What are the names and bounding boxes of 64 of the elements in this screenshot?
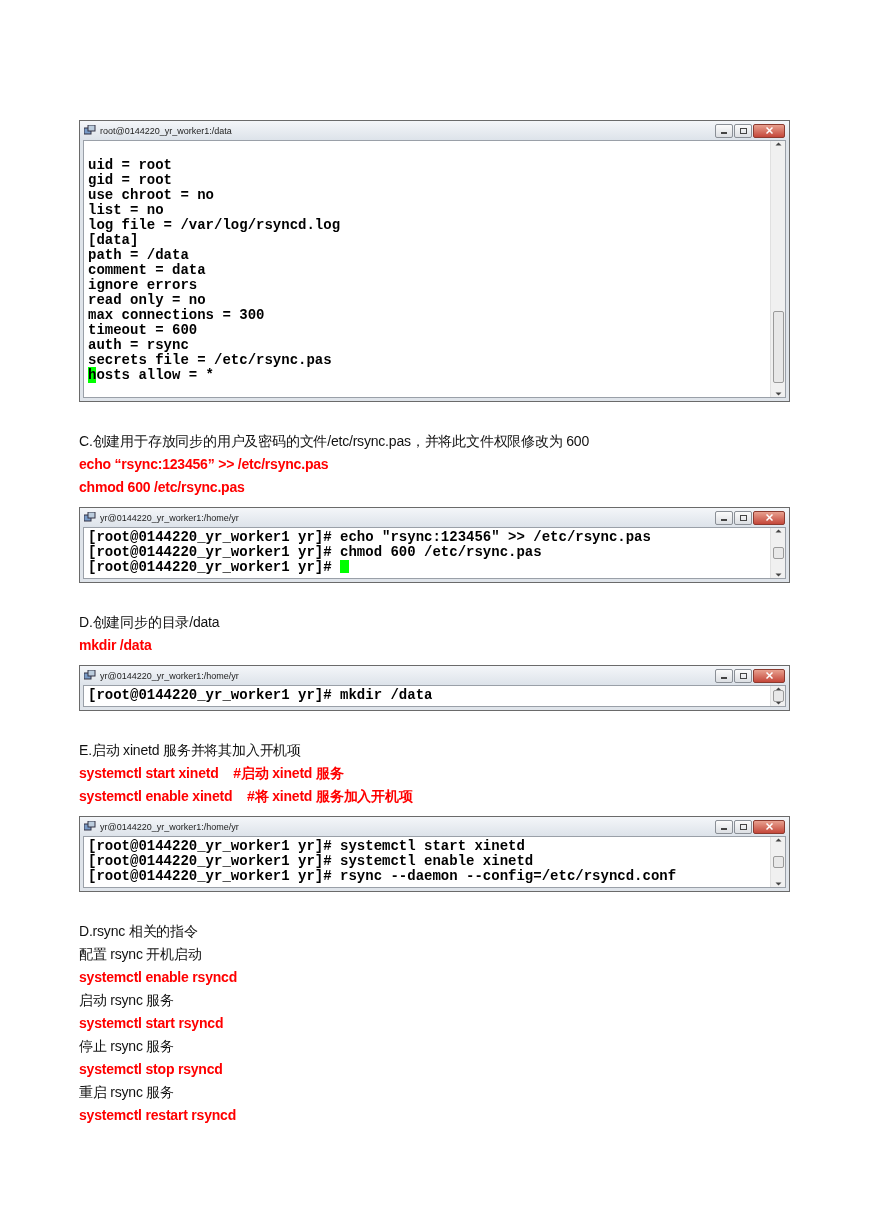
close-button[interactable] [753, 123, 785, 138]
scroll-thumb[interactable] [773, 547, 784, 559]
command-text: systemctl stop rsyncd [79, 1061, 223, 1077]
terminal-icon [84, 125, 96, 136]
maximize-icon [739, 672, 747, 679]
scroll-down-icon[interactable] [774, 882, 782, 887]
paragraph-text: 启动 rsync 服务 [79, 992, 175, 1008]
paragraph-text: D.创建同步的目录/data [79, 614, 220, 630]
scroll-thumb[interactable] [773, 311, 784, 383]
command-text: mkdir /data [79, 637, 152, 653]
close-button[interactable] [753, 819, 785, 834]
paragraph-text: C.创建用于存放同步的用户及密码的文件/etc/rsync.pas，并将此文件权限修改为 600 [79, 433, 589, 449]
command-text: systemctl start rsyncd [79, 1015, 224, 1031]
maximize-icon [739, 514, 747, 521]
maximize-button[interactable] [734, 819, 752, 834]
close-button[interactable] [753, 510, 785, 525]
window-title: yr@0144220_yr_worker1:/home/yr [100, 821, 240, 832]
terminal-output: [root@0144220_yr_worker1 yr]# mkdir /data [87, 686, 434, 705]
window-title: yr@0144220_yr_worker1:/home/yr [100, 512, 240, 523]
minimize-icon [721, 828, 727, 830]
command-text: systemctl enable rsyncd [79, 969, 238, 985]
maximize-button[interactable] [734, 123, 752, 138]
minimize-button[interactable] [715, 668, 733, 683]
minimize-button[interactable] [715, 123, 733, 138]
paragraph-text: 停止 rsync 服务 [79, 1038, 175, 1054]
minimize-icon [721, 677, 727, 679]
maximize-button[interactable] [734, 668, 752, 683]
terminal-output: [root@0144220_yr_worker1 yr]# echo "rsync:123456" >> /etc/rsync.pas [root@0144220_yr_worker1 yr]# chmod 600 /etc/rsync.pas [root@0144220_yr_worker1 yr]# [87, 528, 652, 577]
paragraph-text: 重启 rsync 服务 [79, 1084, 175, 1100]
minimize-button[interactable] [715, 510, 733, 525]
command-text: chmod 600 /etc/rsync.pas [79, 479, 245, 495]
paragraph-text: D.rsync 相关的指令 [79, 923, 198, 939]
maximize-icon [739, 823, 747, 830]
close-icon [765, 514, 773, 521]
scroll-down-icon[interactable] [774, 392, 782, 397]
close-icon [765, 127, 773, 134]
scroll-thumb[interactable] [773, 856, 784, 868]
paragraph-text: E.启动 xinetd 服务并将其加入开机项 [79, 742, 301, 758]
terminal-icon [84, 670, 96, 681]
close-icon [765, 823, 773, 830]
window-title: yr@0144220_yr_worker1:/home/yr [100, 670, 240, 681]
scroll-thumb[interactable] [773, 690, 784, 702]
minimize-icon [721, 132, 727, 134]
scrollbar[interactable] [770, 528, 785, 578]
terminal-output: [root@0144220_yr_worker1 yr]# systemctl start xinetd [root@0144220_yr_worker1 yr]# systemctl enable xinetd [root@0144220_yr_worker1 yr]# rsync --daemon --config=/etc/rsyncd.conf [87, 837, 678, 886]
window-title: root@0144220_yr_worker1:/data [100, 125, 233, 136]
maximize-icon [739, 127, 747, 134]
scrollbar[interactable] [770, 141, 785, 397]
scroll-down-icon[interactable] [774, 573, 782, 578]
close-icon [765, 672, 773, 679]
command-text: systemctl restart rsyncd [79, 1107, 237, 1123]
paragraph-text: 配置 rsync 开机启动 [79, 946, 202, 962]
scrollbar[interactable] [770, 837, 785, 887]
command-text: systemctl enable xinetd #将 xinetd 服务加入开机项 [79, 788, 413, 804]
command-text: echo “rsync:123456” >> /etc/rsync.pas [79, 456, 329, 472]
terminal-icon [84, 821, 96, 832]
terminal-icon [84, 512, 96, 523]
close-button[interactable] [753, 668, 785, 683]
scrollbar[interactable] [770, 686, 785, 706]
minimize-button[interactable] [715, 819, 733, 834]
maximize-button[interactable] [734, 510, 752, 525]
terminal-output: uid = root gid = root use chroot = no list = no log file = /var/log/rsyncd.log [data] path = /data comment = data ignore errors read only = no max connections = 300 timeout = 600 auth = rsync secrets file = /etc/rsync.pas hosts allow = * [87, 156, 342, 385]
minimize-icon [721, 519, 727, 521]
command-text: systemctl start xinetd #启动 xinetd 服务 [79, 765, 344, 781]
